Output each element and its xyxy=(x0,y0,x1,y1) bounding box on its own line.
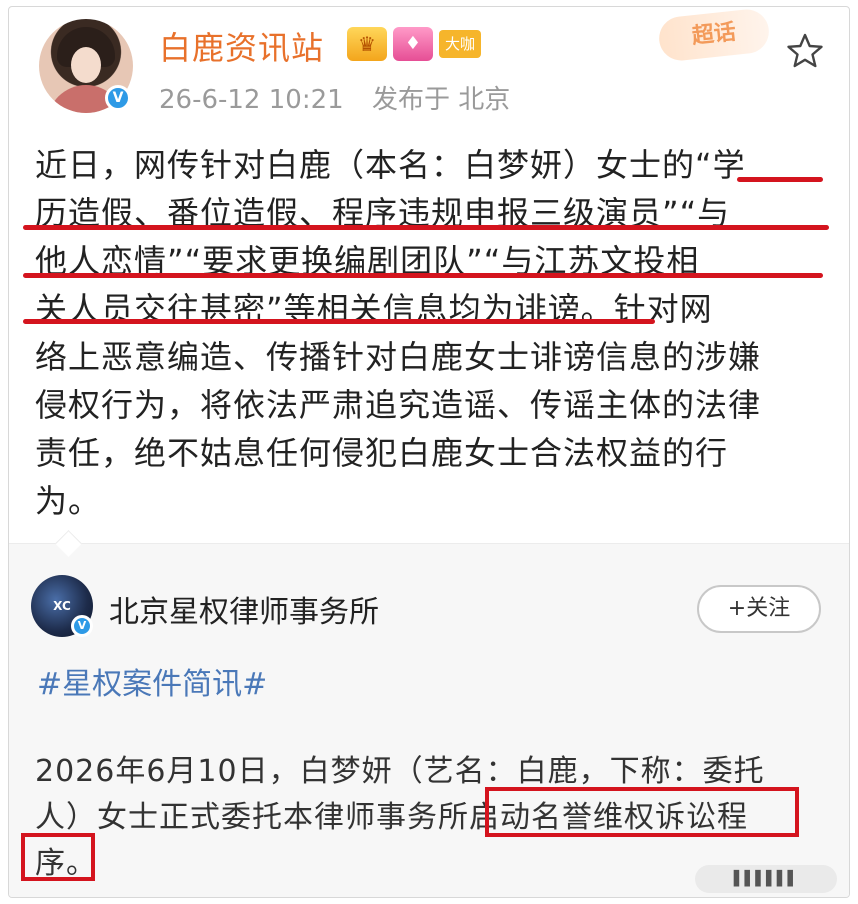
verified-icon: V xyxy=(71,615,93,637)
chaohua-tag[interactable]: 超话 xyxy=(657,7,771,63)
avatar-face xyxy=(71,47,101,83)
watermark: ▌▌▌▌▌▌ xyxy=(695,865,837,893)
law-firm-name[interactable]: 北京星权律师事务所 xyxy=(109,587,379,631)
post-meta: 26-6-12 10:21 发布于 北京 xyxy=(159,79,510,116)
highlight-underline xyxy=(23,319,655,324)
highlight-underline xyxy=(23,225,829,230)
highlight-box xyxy=(485,787,799,837)
user-badges: ♛ ♦ 大咖 xyxy=(347,27,482,61)
post-line: 近日，网传针对白鹿（本名：白梦妍）女士的“学 xyxy=(35,146,746,184)
dakai-badge[interactable]: 大咖 xyxy=(439,30,482,58)
post-location: 发布于 北京 xyxy=(371,85,511,115)
follow-button[interactable]: +关注 xyxy=(697,585,821,633)
post-line: 侵权行为，将依法严肃追究造谣、传谣主体的法律 xyxy=(35,386,762,424)
highlight-underline xyxy=(737,177,823,182)
star-icon[interactable] xyxy=(785,31,825,71)
post-line: 络上恶意编造、传播针对白鹿女士诽谤信息的涉嫌 xyxy=(35,338,762,376)
post-line: 为。 xyxy=(35,482,102,520)
crown-badge-icon[interactable]: ♛ xyxy=(347,27,387,61)
highlight-box xyxy=(21,833,95,881)
post-line: 责任，绝不姑息任何侵犯白鹿女士合法权益的行 xyxy=(35,434,729,472)
weibo-post-card: V 白鹿资讯站 ♛ ♦ 大咖 超话 26-6-12 10:21 发布于 北京 近… xyxy=(8,6,850,898)
verified-icon: V xyxy=(105,85,131,111)
post-time: 26-6-12 10:21 xyxy=(159,85,344,115)
highlight-underline xyxy=(23,273,823,278)
post-body: 近日，网传针对白鹿（本名：白梦妍）女士的“学 历造假、番位造假、程序违规申报三级… xyxy=(35,141,825,525)
gem-badge-icon[interactable]: ♦ xyxy=(393,27,433,61)
username[interactable]: 白鹿资讯站 xyxy=(159,23,324,69)
hashtag-link[interactable]: #星权案件简讯# xyxy=(37,659,267,703)
post-line: 关人员交往甚密”等相关信息均为诽谤。针对网 xyxy=(35,290,713,328)
